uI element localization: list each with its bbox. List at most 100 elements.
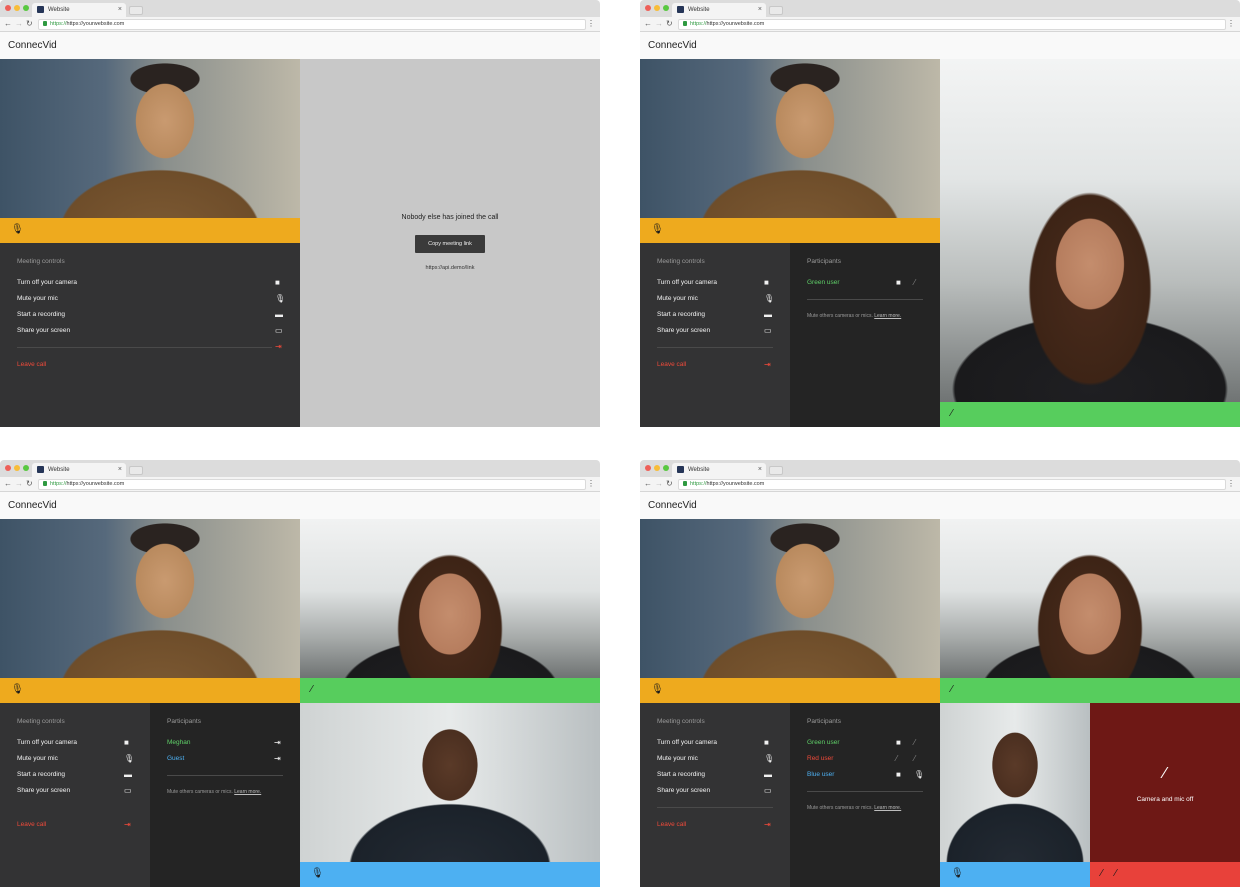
camera-toggle-label[interactable]: Turn off your camera — [657, 739, 717, 746]
screen-share-icon[interactable]: ▭ — [275, 326, 283, 335]
copy-meeting-link-button[interactable]: Copy meeting link — [415, 235, 485, 253]
record-label[interactable]: Start a recording — [17, 771, 65, 778]
screen-share-icon[interactable]: ▭ — [764, 786, 772, 795]
browser-menu-icon[interactable]: ⋮ — [1227, 19, 1235, 28]
browser-tab[interactable]: Website × — [672, 463, 766, 477]
forward-arrow-icon[interactable]: → — [15, 479, 23, 489]
camera-icon[interactable]: ■ — [275, 278, 280, 287]
learn-more-link[interactable]: Learn more. — [874, 805, 901, 811]
browser-menu-icon[interactable]: ⋮ — [587, 479, 595, 488]
mic-icon[interactable]: 🎙 — [914, 770, 924, 779]
url-input[interactable]: https://https://yourwebsite.com — [38, 19, 586, 30]
url-input[interactable]: https://https://yourwebsite.com — [678, 479, 1226, 490]
mic-icon[interactable]: 🎙 — [651, 225, 664, 235]
mute-mic-label[interactable]: Mute your mic — [17, 755, 58, 762]
mute-mic-label[interactable]: Mute your mic — [657, 755, 698, 762]
close-window-button[interactable] — [645, 5, 651, 11]
share-screen-label[interactable]: Share your screen — [17, 787, 70, 794]
mic-icon[interactable]: 🎙 — [764, 754, 774, 763]
remove-participant-icon[interactable]: ⇥ — [274, 738, 281, 747]
new-tab-button[interactable] — [129, 466, 143, 475]
learn-more-link[interactable]: Learn more. — [874, 313, 901, 319]
close-tab-icon[interactable]: × — [118, 6, 122, 13]
mic-off-icon[interactable]: ⁄ — [914, 754, 915, 763]
camera-icon[interactable]: ■ — [896, 278, 901, 287]
camera-icon[interactable]: ■ — [896, 770, 901, 779]
camera-icon[interactable]: ■ — [764, 278, 769, 287]
close-window-button[interactable] — [5, 5, 11, 11]
close-window-button[interactable] — [5, 465, 11, 471]
leave-call-button[interactable]: Leave call — [17, 821, 46, 828]
leave-call-button[interactable]: Leave call — [17, 361, 46, 368]
mic-icon[interactable]: 🎙 — [11, 685, 24, 695]
mute-mic-label[interactable]: Mute your mic — [657, 295, 698, 302]
back-arrow-icon[interactable]: ← — [644, 479, 652, 489]
minimize-window-button[interactable] — [654, 465, 660, 471]
leave-call-icon[interactable]: ⇥ — [124, 820, 131, 829]
remove-participant-icon[interactable]: ⇥ — [274, 754, 281, 763]
camera-icon[interactable]: ■ — [124, 738, 129, 747]
share-screen-label[interactable]: Share your screen — [657, 327, 710, 334]
new-tab-button[interactable] — [769, 466, 783, 475]
mic-icon[interactable]: 🎙 — [11, 225, 24, 235]
new-tab-button[interactable] — [129, 6, 143, 15]
camera-toggle-label[interactable]: Turn off your camera — [17, 279, 77, 286]
back-arrow-icon[interactable]: ← — [644, 19, 652, 29]
mic-icon[interactable]: 🎙 — [275, 294, 285, 303]
close-tab-icon[interactable]: × — [758, 6, 762, 13]
leave-call-button[interactable]: Leave call — [657, 361, 686, 368]
browser-menu-icon[interactable]: ⋮ — [1227, 479, 1235, 488]
url-input[interactable]: https://https://yourwebsite.com — [678, 19, 1226, 30]
record-label[interactable]: Start a recording — [657, 771, 705, 778]
leave-call-icon[interactable]: ⇥ — [764, 360, 771, 369]
mic-off-icon[interactable]: ⁄ — [914, 738, 915, 747]
close-tab-icon[interactable]: × — [758, 466, 762, 473]
mic-icon[interactable]: 🎙 — [651, 685, 664, 695]
leave-call-icon[interactable]: ⇥ — [764, 820, 771, 829]
browser-tab[interactable]: Website × — [32, 463, 126, 477]
minimize-window-button[interactable] — [14, 465, 20, 471]
share-screen-label[interactable]: Share your screen — [657, 787, 710, 794]
maximize-window-button[interactable] — [663, 5, 669, 11]
browser-tab[interactable]: Website × — [672, 3, 766, 17]
minimize-window-button[interactable] — [654, 5, 660, 11]
new-tab-button[interactable] — [769, 6, 783, 15]
back-arrow-icon[interactable]: ← — [4, 19, 12, 29]
mic-icon[interactable]: 🎙 — [764, 294, 774, 303]
camera-toggle-label[interactable]: Turn off your camera — [657, 279, 717, 286]
camera-off-icon[interactable]: ⁄ — [896, 754, 897, 763]
reload-icon[interactable]: ↻ — [666, 19, 673, 29]
record-label[interactable]: Start a recording — [17, 311, 65, 318]
forward-arrow-icon[interactable]: → — [15, 19, 23, 29]
mic-icon[interactable]: 🎙 — [124, 754, 134, 763]
reload-icon[interactable]: ↻ — [26, 19, 33, 29]
mute-mic-label[interactable]: Mute your mic — [17, 295, 58, 302]
close-window-button[interactable] — [645, 465, 651, 471]
screen-share-icon[interactable]: ▭ — [124, 786, 132, 795]
camera-icon[interactable]: ■ — [896, 738, 901, 747]
minimize-window-button[interactable] — [14, 5, 20, 11]
mic-off-icon[interactable]: ⁄ — [914, 278, 915, 287]
back-arrow-icon[interactable]: ← — [4, 479, 12, 489]
reload-icon[interactable]: ↻ — [26, 479, 33, 489]
forward-arrow-icon[interactable]: → — [655, 479, 663, 489]
share-screen-label[interactable]: Share your screen — [17, 327, 70, 334]
close-tab-icon[interactable]: × — [118, 466, 122, 473]
camera-icon[interactable]: ■ — [764, 738, 769, 747]
screen-share-icon[interactable]: ▭ — [764, 326, 772, 335]
reload-icon[interactable]: ↻ — [666, 479, 673, 489]
record-icon[interactable]: ▬ — [764, 770, 772, 779]
maximize-window-button[interactable] — [663, 465, 669, 471]
record-icon[interactable]: ▬ — [764, 310, 772, 319]
leave-call-icon[interactable]: ⇥ — [275, 342, 282, 351]
leave-call-button[interactable]: Leave call — [657, 821, 686, 828]
browser-menu-icon[interactable]: ⋮ — [587, 19, 595, 28]
learn-more-link[interactable]: Learn more. — [234, 789, 261, 795]
meeting-link[interactable]: https://api.demo/link — [300, 265, 600, 271]
record-icon[interactable]: ▬ — [275, 310, 283, 319]
url-input[interactable]: https://https://yourwebsite.com — [38, 479, 586, 490]
record-label[interactable]: Start a recording — [657, 311, 705, 318]
forward-arrow-icon[interactable]: → — [655, 19, 663, 29]
maximize-window-button[interactable] — [23, 5, 29, 11]
maximize-window-button[interactable] — [23, 465, 29, 471]
